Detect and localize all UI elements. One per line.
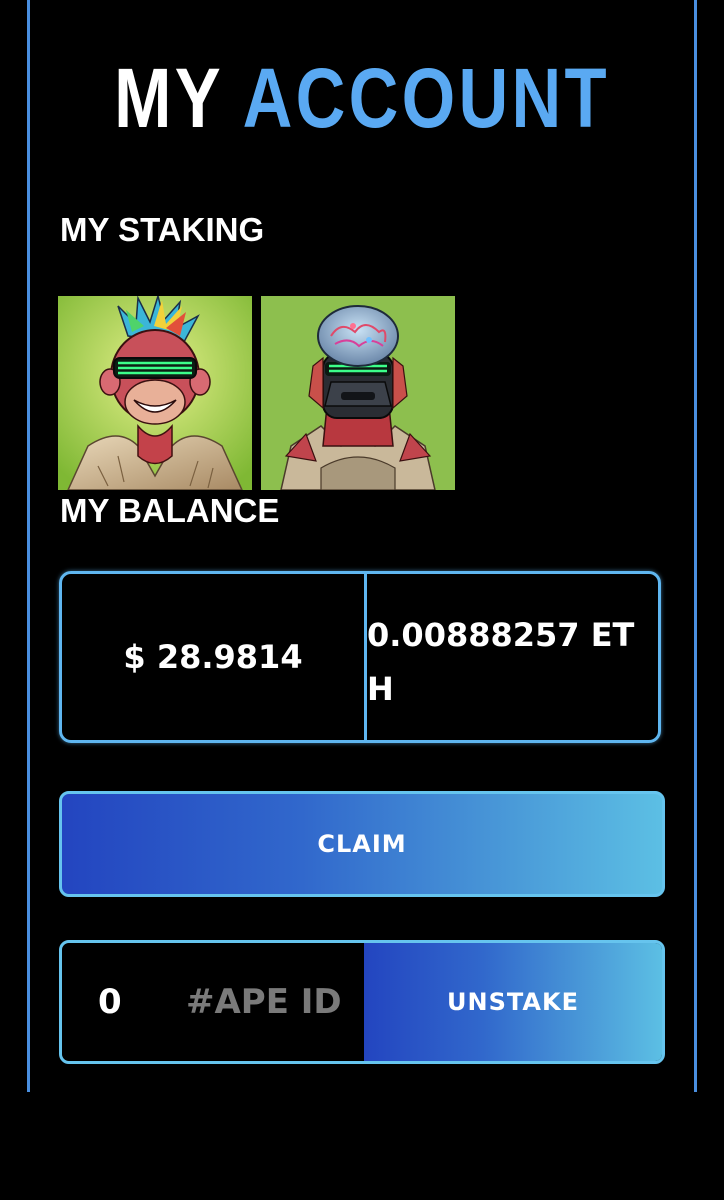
ape-neon-visor-image [58,296,252,490]
claim-button[interactable]: CLAIM [59,791,665,897]
unstake-button[interactable]: UNSTAKE [364,943,662,1061]
ape-id-placeholder: #APE ID [186,982,342,1022]
right-border-rail [694,0,697,1092]
staked-nft-ape-neon-visor[interactable] [58,296,252,490]
page-title: MY ACCOUNT [65,52,659,144]
unstake-form: 0 #APE ID UNSTAKE [59,940,665,1064]
page-title-word-account: ACCOUNT [242,51,610,145]
balance-card: $ 28.9814 0.00888257 ETH [59,571,661,743]
ape-id-input[interactable]: 0 #APE ID [62,943,364,1061]
balance-usd-value: $ 28.9814 [123,638,303,676]
ape-brain-helmet-image [261,296,455,490]
page-title-word-my: MY [114,51,223,145]
ape-id-value: 0 [98,982,122,1022]
staked-nft-ape-brain-helmet[interactable] [261,296,455,490]
balance-eth-value: 0.00888257 ETH [367,616,635,708]
left-border-rail [27,0,30,1092]
my-balance-heading: MY BALANCE [60,492,280,529]
account-page: MY ACCOUNT MY STAKING MY BALANCE $ 28.98… [0,0,724,1200]
my-staking-heading: MY STAKING [60,211,265,248]
